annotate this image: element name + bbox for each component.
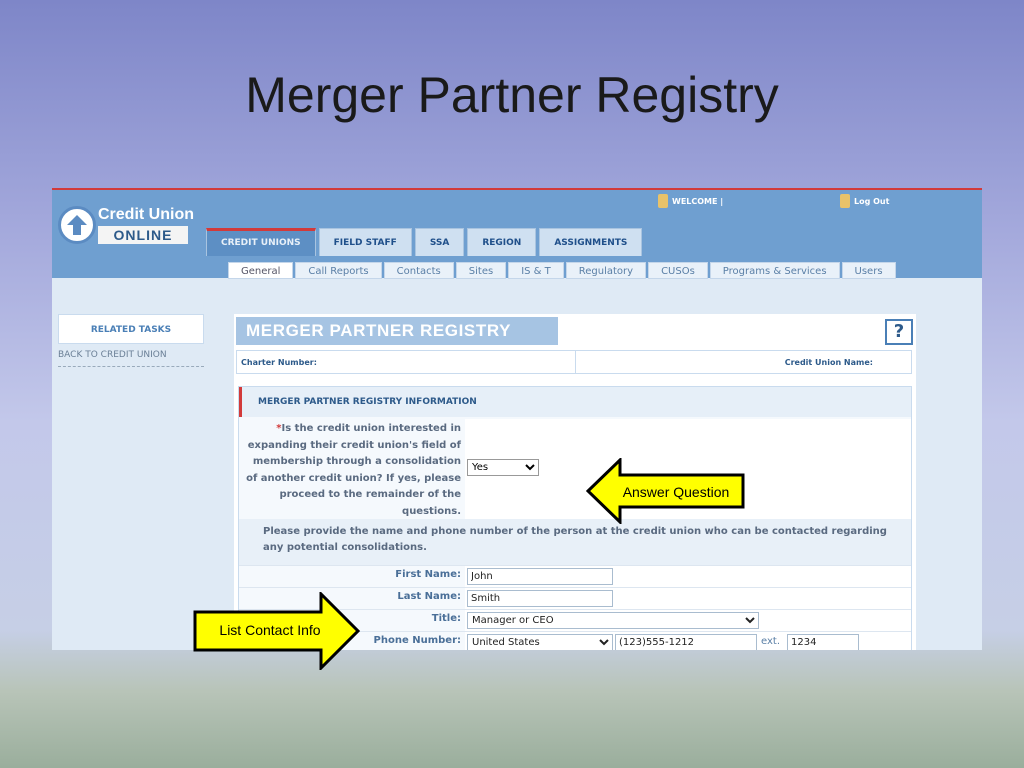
consolidation-answer-select[interactable]: Yes: [467, 459, 539, 476]
tab-assignments[interactable]: ASSIGNMENTS: [539, 228, 643, 256]
question-text: Is the credit union interested in expand…: [246, 423, 461, 517]
user-icon: [658, 194, 668, 208]
last-name-cell: [465, 588, 911, 610]
contact-instruction: Please provide the name and phone number…: [239, 519, 911, 565]
logout-link[interactable]: Log Out: [840, 194, 889, 208]
credit-union-name-label: Credit Union Name:: [784, 358, 873, 367]
logout-label: Log Out: [854, 196, 890, 206]
panel-title: MERGER PARTNER REGISTRY: [236, 317, 558, 345]
consolidation-question: *Is the credit union interested in expan…: [241, 421, 461, 521]
answer-question-label: Answer Question: [622, 484, 730, 500]
tab-field-staff[interactable]: FIELD STAFF: [318, 228, 412, 256]
subtab-cusos[interactable]: CUSOs: [648, 262, 708, 279]
app-header: Credit Union ONLINE WELCOME | Log Out CR…: [52, 190, 982, 279]
related-tasks-heading: RELATED TASKS: [58, 314, 204, 344]
sub-tabs: General Call Reports Contacts Sites IS &…: [228, 262, 896, 279]
credit-union-online-logo[interactable]: Credit Union ONLINE: [58, 204, 198, 248]
list-contact-info-callout: List Contact Info: [193, 592, 361, 670]
tab-ssa[interactable]: SSA: [414, 228, 465, 256]
welcome-text: WELCOME |: [658, 194, 723, 208]
ext-field[interactable]: [787, 634, 859, 650]
first-name-field[interactable]: [467, 568, 613, 585]
phone-cell: United States ext.: [465, 632, 911, 650]
phone-number-field[interactable]: [615, 634, 757, 650]
lock-icon: [840, 194, 850, 208]
ext-label: ext.: [761, 636, 780, 647]
subtab-is-t[interactable]: IS & T: [508, 262, 564, 279]
subtab-regulatory[interactable]: Regulatory: [565, 262, 647, 279]
logo-text-line1: Credit Union: [98, 206, 194, 223]
first-name-row: First Name:: [239, 565, 911, 588]
subtab-users[interactable]: Users: [841, 262, 896, 279]
title-cell: Manager or CEO: [465, 610, 911, 632]
last-name-field[interactable]: [467, 590, 613, 607]
subtab-contacts[interactable]: Contacts: [383, 262, 454, 279]
logo-text-line2: ONLINE: [98, 226, 188, 244]
charter-number-label: Charter Number:: [241, 358, 317, 367]
title-select[interactable]: Manager or CEO: [467, 612, 759, 629]
help-button[interactable]: ?: [885, 319, 913, 345]
charter-divider: [575, 351, 576, 373]
main-tabs: CREDIT UNIONS FIELD STAFF SSA REGION ASS…: [206, 228, 643, 256]
app-screenshot: Credit Union ONLINE WELCOME | Log Out CR…: [52, 188, 982, 650]
country-select[interactable]: United States: [467, 634, 613, 650]
sidebar: RELATED TASKS BACK TO CREDIT UNION: [58, 314, 204, 367]
tab-region[interactable]: REGION: [467, 228, 537, 256]
welcome-label: WELCOME |: [672, 196, 724, 206]
subtab-general[interactable]: General: [228, 262, 294, 279]
section-title: MERGER PARTNER REGISTRY INFORMATION: [239, 387, 911, 417]
back-to-credit-union-link[interactable]: BACK TO CREDIT UNION: [58, 350, 204, 367]
tab-credit-unions[interactable]: CREDIT UNIONS: [206, 228, 316, 256]
logo-arrow-icon: [58, 206, 96, 244]
charter-row: Charter Number: Credit Union Name:: [236, 350, 912, 374]
subtab-sites[interactable]: Sites: [455, 262, 507, 279]
first-name-label: First Name:: [395, 569, 461, 580]
subtab-programs-services[interactable]: Programs & Services: [709, 262, 840, 279]
list-contact-info-label: List Contact Info: [219, 622, 321, 638]
subtab-call-reports[interactable]: Call Reports: [295, 262, 382, 279]
first-name-cell: [465, 566, 911, 588]
slide-title: Merger Partner Registry: [245, 67, 779, 123]
answer-question-callout: Answer Question: [586, 458, 746, 524]
